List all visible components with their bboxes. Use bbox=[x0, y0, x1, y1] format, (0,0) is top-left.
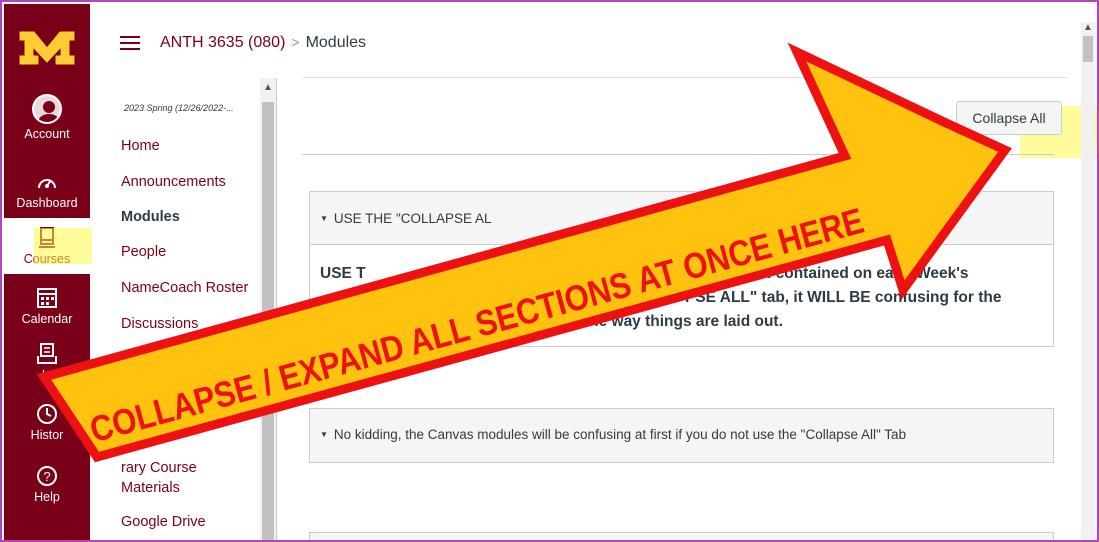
course-nav-home[interactable]: Home bbox=[121, 138, 160, 154]
avatar-icon bbox=[32, 94, 62, 124]
module-1-line-2: PSE ALL" tab, it WILL BE confusing for t… bbox=[320, 286, 1040, 310]
dashboard-icon bbox=[38, 179, 56, 189]
course-nav-library-course[interactable]: rary Course bbox=[121, 460, 197, 476]
inbox-icon bbox=[37, 343, 57, 364]
history-icon bbox=[37, 404, 57, 424]
university-logo[interactable] bbox=[18, 28, 76, 68]
nav-dashboard-label: Dashboard bbox=[16, 196, 78, 210]
module-1-line-1-end: ormation contained on each Week's bbox=[705, 265, 969, 282]
global-nav: M Account Dashboard Courses bbox=[4, 4, 90, 540]
app-window: M Account Dashboard Courses bbox=[0, 0, 1099, 542]
module-1-header[interactable]: ▼ USE THE "COLLAPSE AL sing.) bbox=[310, 192, 1053, 245]
course-nav-materials[interactable]: Materials bbox=[121, 480, 180, 496]
course-nav-discussions[interactable]: Discussions bbox=[121, 316, 198, 332]
term-label: 2023 Spring (12/26/2022-... bbox=[124, 103, 234, 113]
calendar-icon bbox=[37, 288, 57, 308]
module-1-line-1: USE T ormation contained on each Week's bbox=[320, 262, 1040, 286]
svg-text:?: ? bbox=[43, 469, 50, 484]
page-scrollbar[interactable]: ▲ bbox=[1081, 22, 1095, 540]
page-scroll-up-icon[interactable]: ▲ bbox=[1083, 22, 1093, 33]
nav-calendar-label: Calendar bbox=[21, 312, 73, 326]
header-divider bbox=[302, 77, 1067, 78]
nav-history[interactable]: Histor bbox=[4, 402, 90, 442]
breadcrumb: ANTH 3635 (080) > Modules bbox=[160, 34, 366, 52]
course-nav-border bbox=[276, 78, 277, 540]
collapse-triangle-icon: ▼ bbox=[320, 214, 328, 223]
breadcrumb-course-link[interactable]: ANTH 3635 (080) bbox=[160, 34, 285, 51]
module-1-line-2-end: PSE ALL" tab, it WILL BE confusing for t… bbox=[685, 289, 1002, 306]
hamburger-menu-icon[interactable] bbox=[120, 36, 140, 50]
breadcrumb-current: Modules bbox=[305, 34, 367, 51]
main-divider bbox=[302, 154, 1054, 155]
course-nav-scroll-thumb[interactable] bbox=[262, 102, 274, 540]
module-1-line-3: sed to the way things are laid out. bbox=[320, 310, 1040, 334]
course-nav-google-drive[interactable]: Google Drive bbox=[121, 514, 206, 530]
module-3 bbox=[309, 532, 1054, 540]
nav-history-label: Histor bbox=[30, 428, 64, 442]
module-1-title: USE THE "COLLAPSE AL bbox=[333, 211, 492, 226]
collapse-triangle-icon: ▼ bbox=[320, 430, 328, 439]
module-1-line-1-start: USE T bbox=[320, 265, 366, 282]
help-icon: ? bbox=[37, 466, 57, 486]
nav-account-label: Account bbox=[24, 127, 70, 141]
module-1-body: USE T ormation contained on each Week's P… bbox=[320, 262, 1040, 334]
course-nav-modules[interactable]: Modules bbox=[121, 209, 180, 225]
nav-help-label: Help bbox=[34, 490, 60, 504]
module-1: ▼ USE THE "COLLAPSE AL sing.) USE T ormati… bbox=[309, 191, 1054, 347]
course-nav-people[interactable]: People bbox=[121, 244, 166, 260]
nav-help[interactable]: ? Help bbox=[4, 464, 90, 504]
module-2-title: No kidding, the Canvas modules will be c… bbox=[333, 427, 907, 442]
module-2: ▼ No kidding, the Canvas modules will be … bbox=[309, 408, 1054, 463]
module-1-title-end: sing.) bbox=[890, 211, 924, 226]
collapse-all-button[interactable]: Collapse All bbox=[956, 101, 1062, 135]
course-nav: 2023 Spring (12/26/2022-... Home Announc… bbox=[112, 82, 260, 540]
scroll-up-icon[interactable]: ▲ bbox=[263, 82, 273, 93]
nav-dashboard[interactable]: Dashboard bbox=[4, 170, 90, 210]
nav-calendar[interactable]: Calendar bbox=[4, 286, 90, 326]
course-nav-namecoach[interactable]: NameCoach Roster bbox=[121, 280, 248, 296]
page-header: ANTH 3635 (080) > Modules bbox=[90, 4, 1095, 78]
breadcrumb-separator: > bbox=[291, 34, 300, 50]
nav-account[interactable]: Account bbox=[4, 94, 90, 141]
nav-inbox-label: In bbox=[41, 368, 53, 382]
course-nav-announcements[interactable]: Announcements bbox=[121, 174, 226, 190]
highlight-courses bbox=[34, 228, 92, 264]
nav-inbox[interactable]: In bbox=[4, 342, 90, 382]
page-scroll-thumb[interactable] bbox=[1083, 36, 1093, 62]
module-2-header[interactable]: ▼ No kidding, the Canvas modules will be … bbox=[310, 409, 1053, 462]
module-1-line-3-end: sed to the way things are laid out. bbox=[534, 313, 783, 330]
course-nav-scrollbar[interactable]: ▲ bbox=[260, 78, 276, 540]
